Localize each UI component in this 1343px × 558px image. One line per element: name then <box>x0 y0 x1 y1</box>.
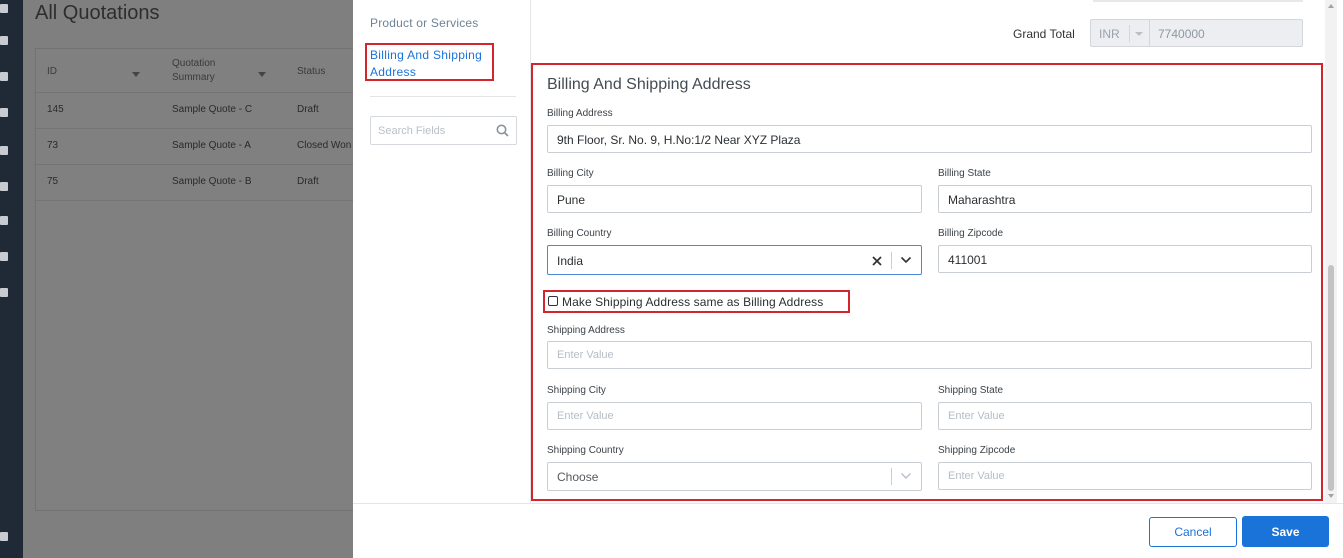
scroll-down-icon[interactable] <box>1328 494 1334 498</box>
quotation-edit-modal: Product or Services Billing And Shipping… <box>353 0 1343 558</box>
table-row[interactable]: 75 Sample Quote - B Draft <box>36 165 365 201</box>
billing-zipcode-label: Billing Zipcode <box>938 228 1004 239</box>
billing-state-field[interactable]: Maharashtra <box>938 185 1312 213</box>
scroll-up-icon[interactable] <box>1328 4 1334 8</box>
shipping-address-input[interactable] <box>548 342 1311 368</box>
billing-address-field[interactable]: 9th Floor, Sr. No. 9, H.No:1/2 Near XYZ … <box>547 125 1312 153</box>
column-header-id[interactable]: ID <box>47 66 57 77</box>
shipping-address-label: Shipping Address <box>547 325 625 336</box>
shipping-state-label: Shipping State <box>938 385 1004 396</box>
nav-item-billing-shipping[interactable]: Billing And Shipping Address <box>365 43 494 81</box>
modal-footer: Cancel Save <box>353 503 1343 558</box>
shipping-state-input[interactable] <box>939 403 1311 429</box>
section-nav: Product or Services Billing And Shipping… <box>353 0 531 503</box>
section-title: Billing And Shipping Address <box>547 76 751 93</box>
menu-icon[interactable] <box>0 4 8 13</box>
grid-icon[interactable] <box>0 146 8 155</box>
billing-country-value: India <box>557 254 584 268</box>
billing-zipcode-field[interactable]: 411001 <box>938 245 1312 273</box>
grand-total-value: 7740000 <box>1158 27 1205 41</box>
sort-icon[interactable] <box>258 69 266 80</box>
chevron-down-icon[interactable] <box>900 471 912 481</box>
nav-item-product-services[interactable]: Product or Services <box>370 16 479 30</box>
database-icon[interactable] <box>0 108 8 117</box>
chart-icon[interactable] <box>0 288 8 297</box>
grand-total-field: 7740000 <box>1150 19 1303 47</box>
clear-icon[interactable] <box>871 254 883 268</box>
checkbox-icon[interactable] <box>0 216 8 225</box>
chevron-down-icon[interactable] <box>900 255 912 265</box>
billing-state-label: Billing State <box>938 168 991 179</box>
quotations-table: ID Quotation Summary Status 145 Sample Q… <box>35 48 365 511</box>
shipping-country-label: Shipping Country <box>547 445 624 456</box>
currency-value: INR <box>1099 27 1120 41</box>
shipping-zipcode-label: Shipping Zipcode <box>938 445 1016 456</box>
search-fields-input[interactable] <box>371 117 491 144</box>
search-fields-box <box>370 116 517 145</box>
page-title: All Quotations <box>35 2 160 24</box>
chevron-down-icon <box>1135 32 1143 36</box>
billing-address-label: Billing Address <box>547 108 613 119</box>
column-header-summary[interactable]: Quotation Summary <box>172 57 232 85</box>
table-header: ID Quotation Summary Status <box>36 49 365 93</box>
shipping-city-label: Shipping City <box>547 385 606 396</box>
clipboard-icon[interactable] <box>0 182 8 191</box>
column-header-status[interactable]: Status <box>297 66 325 77</box>
same-as-billing-label[interactable]: Make Shipping Address same as Billing Ad… <box>562 295 823 309</box>
shipping-country-value: Choose <box>557 470 599 484</box>
shipping-country-select[interactable]: Choose <box>547 462 922 491</box>
save-button[interactable]: Save <box>1242 516 1329 547</box>
same-as-billing-checkbox[interactable] <box>548 296 558 306</box>
user-icon[interactable] <box>0 36 8 45</box>
billing-country-select[interactable]: India <box>547 245 922 275</box>
nav-item-label: Billing And Shipping Address <box>370 48 483 79</box>
shipping-city-input[interactable] <box>548 403 921 429</box>
divider <box>370 96 516 97</box>
billing-city-field[interactable]: Pune <box>547 185 922 213</box>
grand-total-label: Grand Total <box>1013 27 1075 41</box>
previous-section-edge <box>1093 0 1303 2</box>
scrollbar-thumb[interactable] <box>1328 265 1334 491</box>
search-icon[interactable] <box>496 124 509 137</box>
shipping-zipcode-field <box>938 462 1312 490</box>
modal-scrollbar[interactable] <box>1325 0 1337 503</box>
shipping-address-field <box>547 341 1312 369</box>
calendar-icon[interactable] <box>0 252 8 261</box>
sort-icon[interactable] <box>132 69 140 80</box>
background-page: All Quotations ID Quotation Summary Stat… <box>23 0 365 558</box>
billing-country-label: Billing Country <box>547 228 612 239</box>
contacts-icon[interactable] <box>0 72 8 81</box>
icon-rail <box>0 0 23 558</box>
shipping-state-field <box>938 402 1312 430</box>
billing-shipping-section: Billing And Shipping Address Billing Add… <box>531 63 1323 501</box>
shipping-city-field <box>547 402 922 430</box>
billing-city-label: Billing City <box>547 168 594 179</box>
table-row[interactable]: 145 Sample Quote - C Draft <box>36 93 365 129</box>
cancel-button[interactable]: Cancel <box>1149 517 1237 547</box>
table-row[interactable]: 73 Sample Quote - A Closed Won <box>36 129 365 165</box>
same-as-billing-option[interactable]: Make Shipping Address same as Billing Ad… <box>543 290 850 313</box>
currency-select: INR <box>1090 19 1150 47</box>
shipping-zipcode-input[interactable] <box>939 463 1311 489</box>
gear-icon[interactable] <box>0 532 8 541</box>
